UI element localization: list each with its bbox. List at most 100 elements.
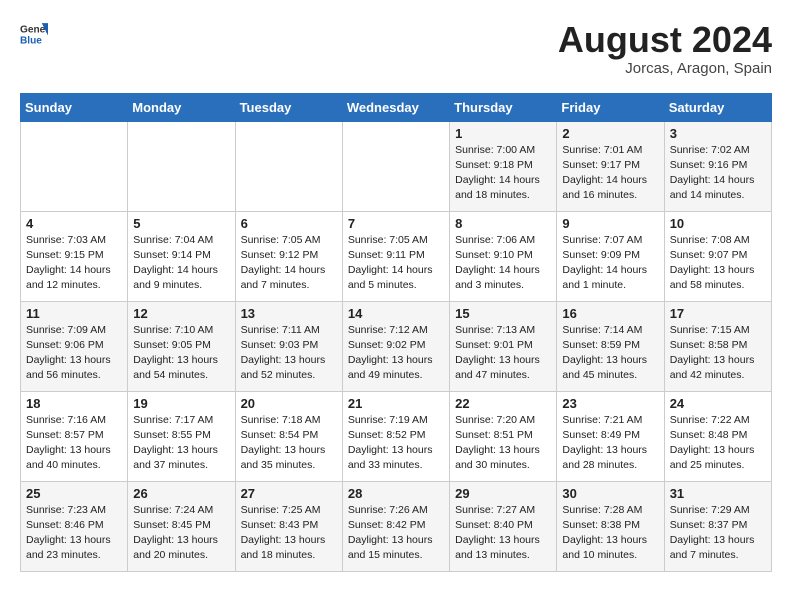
day-info: Sunrise: 7:21 AM Sunset: 8:49 PM Dayligh… [562, 413, 658, 474]
calendar-table: SundayMondayTuesdayWednesdayThursdayFrid… [20, 93, 772, 572]
day-info: Sunrise: 7:00 AM Sunset: 9:18 PM Dayligh… [455, 143, 551, 204]
col-header-monday: Monday [128, 93, 235, 121]
day-cell: 16 Sunrise: 7:14 AM Sunset: 8:59 PM Dayli… [557, 301, 664, 391]
day-cell: 7Sunrise: 7:05 AM Sunset: 9:11 PM Daylig… [342, 211, 449, 301]
day-cell: 19 Sunrise: 7:17 AM Sunset: 8:55 PM Dayli… [128, 391, 235, 481]
day-number: 29 [455, 486, 551, 501]
day-info: Sunrise: 7:25 AM Sunset: 8:43 PM Dayligh… [241, 503, 337, 564]
logo: General Blue [20, 20, 48, 48]
col-header-saturday: Saturday [664, 93, 771, 121]
location: Jorcas, Aragon, Spain [558, 60, 772, 77]
day-info: Sunrise: 7:10 AM Sunset: 9:05 PM Dayligh… [133, 323, 229, 384]
day-number: 4 [26, 216, 122, 231]
day-cell: 2 Sunrise: 7:01 AM Sunset: 9:17 PM Daylig… [557, 121, 664, 211]
day-number: 10 [670, 216, 766, 231]
col-header-wednesday: Wednesday [342, 93, 449, 121]
month-year: August 2024 [558, 20, 772, 60]
day-cell: 29Sunrise: 7:27 AM Sunset: 8:40 PM Dayli… [450, 481, 557, 571]
day-cell: 8 Sunrise: 7:06 AM Sunset: 9:10 PM Daylig… [450, 211, 557, 301]
day-number: 31 [670, 486, 766, 501]
day-info: Sunrise: 7:09 AM Sunset: 9:06 PM Dayligh… [26, 323, 122, 384]
week-row-3: 11 Sunrise: 7:09 AM Sunset: 9:06 PM Dayli… [21, 301, 772, 391]
day-cell: 9 Sunrise: 7:07 AM Sunset: 9:09 PM Daylig… [557, 211, 664, 301]
day-cell: 4 Sunrise: 7:03 AM Sunset: 9:15 PM Daylig… [21, 211, 128, 301]
day-info: Sunrise: 7:02 AM Sunset: 9:16 PM Dayligh… [670, 143, 766, 204]
day-number: 1 [455, 126, 551, 141]
day-number: 9 [562, 216, 658, 231]
day-number: 27 [241, 486, 337, 501]
day-number: 14 [348, 306, 444, 321]
page-header: General Blue August 2024 Jorcas, Aragon,… [20, 20, 772, 77]
day-number: 3 [670, 126, 766, 141]
day-number: 22 [455, 396, 551, 411]
day-info: Sunrise: 7:01 AM Sunset: 9:17 PM Dayligh… [562, 143, 658, 204]
day-cell [342, 121, 449, 211]
day-cell: 12 Sunrise: 7:10 AM Sunset: 9:05 PM Dayli… [128, 301, 235, 391]
day-number: 23 [562, 396, 658, 411]
day-cell: 14 Sunrise: 7:12 AM Sunset: 9:02 PM Dayli… [342, 301, 449, 391]
title-block: August 2024 Jorcas, Aragon, Spain [558, 20, 772, 77]
week-row-1: 1 Sunrise: 7:00 AM Sunset: 9:18 PM Daylig… [21, 121, 772, 211]
day-cell: 26Sunrise: 7:24 AM Sunset: 8:45 PM Dayli… [128, 481, 235, 571]
day-info: Sunrise: 7:13 AM Sunset: 9:01 PM Dayligh… [455, 323, 551, 384]
col-header-thursday: Thursday [450, 93, 557, 121]
day-number: 30 [562, 486, 658, 501]
day-info: Sunrise: 7:14 AM Sunset: 8:59 PM Dayligh… [562, 323, 658, 384]
day-info: Sunrise: 7:05 AM Sunset: 9:12 PM Dayligh… [241, 233, 337, 294]
day-cell: 24 Sunrise: 7:22 AM Sunset: 8:48 PM Dayli… [664, 391, 771, 481]
day-number: 20 [241, 396, 337, 411]
day-info: Sunrise: 7:20 AM Sunset: 8:51 PM Dayligh… [455, 413, 551, 474]
header-row: SundayMondayTuesdayWednesdayThursdayFrid… [21, 93, 772, 121]
day-cell: 21Sunrise: 7:19 AM Sunset: 8:52 PM Dayli… [342, 391, 449, 481]
day-cell: 25 Sunrise: 7:23 AM Sunset: 8:46 PM Dayli… [21, 481, 128, 571]
day-cell: 28Sunrise: 7:26 AM Sunset: 8:42 PM Dayli… [342, 481, 449, 571]
day-cell: 20 Sunrise: 7:18 AM Sunset: 8:54 PM Dayli… [235, 391, 342, 481]
day-info: Sunrise: 7:06 AM Sunset: 9:10 PM Dayligh… [455, 233, 551, 294]
day-number: 17 [670, 306, 766, 321]
day-cell [21, 121, 128, 211]
logo-icon: General Blue [20, 20, 48, 48]
day-number: 12 [133, 306, 229, 321]
day-info: Sunrise: 7:12 AM Sunset: 9:02 PM Dayligh… [348, 323, 444, 384]
day-number: 15 [455, 306, 551, 321]
day-info: Sunrise: 7:08 AM Sunset: 9:07 PM Dayligh… [670, 233, 766, 294]
day-number: 2 [562, 126, 658, 141]
day-info: Sunrise: 7:07 AM Sunset: 9:09 PM Dayligh… [562, 233, 658, 294]
day-cell: 27 Sunrise: 7:25 AM Sunset: 8:43 PM Dayli… [235, 481, 342, 571]
day-info: Sunrise: 7:11 AM Sunset: 9:03 PM Dayligh… [241, 323, 337, 384]
day-info: Sunrise: 7:03 AM Sunset: 9:15 PM Dayligh… [26, 233, 122, 294]
day-cell: 31 Sunrise: 7:29 AM Sunset: 8:37 PM Dayli… [664, 481, 771, 571]
day-info: Sunrise: 7:16 AM Sunset: 8:57 PM Dayligh… [26, 413, 122, 474]
day-info: Sunrise: 7:18 AM Sunset: 8:54 PM Dayligh… [241, 413, 337, 474]
col-header-sunday: Sunday [21, 93, 128, 121]
day-number: 8 [455, 216, 551, 231]
week-row-5: 25 Sunrise: 7:23 AM Sunset: 8:46 PM Dayli… [21, 481, 772, 571]
day-number: 25 [26, 486, 122, 501]
day-number: 13 [241, 306, 337, 321]
day-info: Sunrise: 7:23 AM Sunset: 8:46 PM Dayligh… [26, 503, 122, 564]
day-info: Sunrise: 7:22 AM Sunset: 8:48 PM Dayligh… [670, 413, 766, 474]
col-header-friday: Friday [557, 93, 664, 121]
week-row-2: 4 Sunrise: 7:03 AM Sunset: 9:15 PM Daylig… [21, 211, 772, 301]
day-info: Sunrise: 7:29 AM Sunset: 8:37 PM Dayligh… [670, 503, 766, 564]
day-cell: 15 Sunrise: 7:13 AM Sunset: 9:01 PM Dayli… [450, 301, 557, 391]
day-number: 11 [26, 306, 122, 321]
day-number: 24 [670, 396, 766, 411]
week-row-4: 18Sunrise: 7:16 AM Sunset: 8:57 PM Dayli… [21, 391, 772, 481]
day-number: 19 [133, 396, 229, 411]
day-number: 16 [562, 306, 658, 321]
col-header-tuesday: Tuesday [235, 93, 342, 121]
day-number: 5 [133, 216, 229, 231]
day-info: Sunrise: 7:15 AM Sunset: 8:58 PM Dayligh… [670, 323, 766, 384]
day-info: Sunrise: 7:26 AM Sunset: 8:42 PM Dayligh… [348, 503, 444, 564]
day-cell: 5 Sunrise: 7:04 AM Sunset: 9:14 PM Daylig… [128, 211, 235, 301]
day-info: Sunrise: 7:04 AM Sunset: 9:14 PM Dayligh… [133, 233, 229, 294]
day-cell [235, 121, 342, 211]
svg-text:Blue: Blue [20, 35, 42, 46]
day-cell: 6Sunrise: 7:05 AM Sunset: 9:12 PM Daylig… [235, 211, 342, 301]
day-cell: 3 Sunrise: 7:02 AM Sunset: 9:16 PM Daylig… [664, 121, 771, 211]
day-cell: 1 Sunrise: 7:00 AM Sunset: 9:18 PM Daylig… [450, 121, 557, 211]
day-info: Sunrise: 7:17 AM Sunset: 8:55 PM Dayligh… [133, 413, 229, 474]
day-cell: 30Sunrise: 7:28 AM Sunset: 8:38 PM Dayli… [557, 481, 664, 571]
day-cell: 18Sunrise: 7:16 AM Sunset: 8:57 PM Dayli… [21, 391, 128, 481]
